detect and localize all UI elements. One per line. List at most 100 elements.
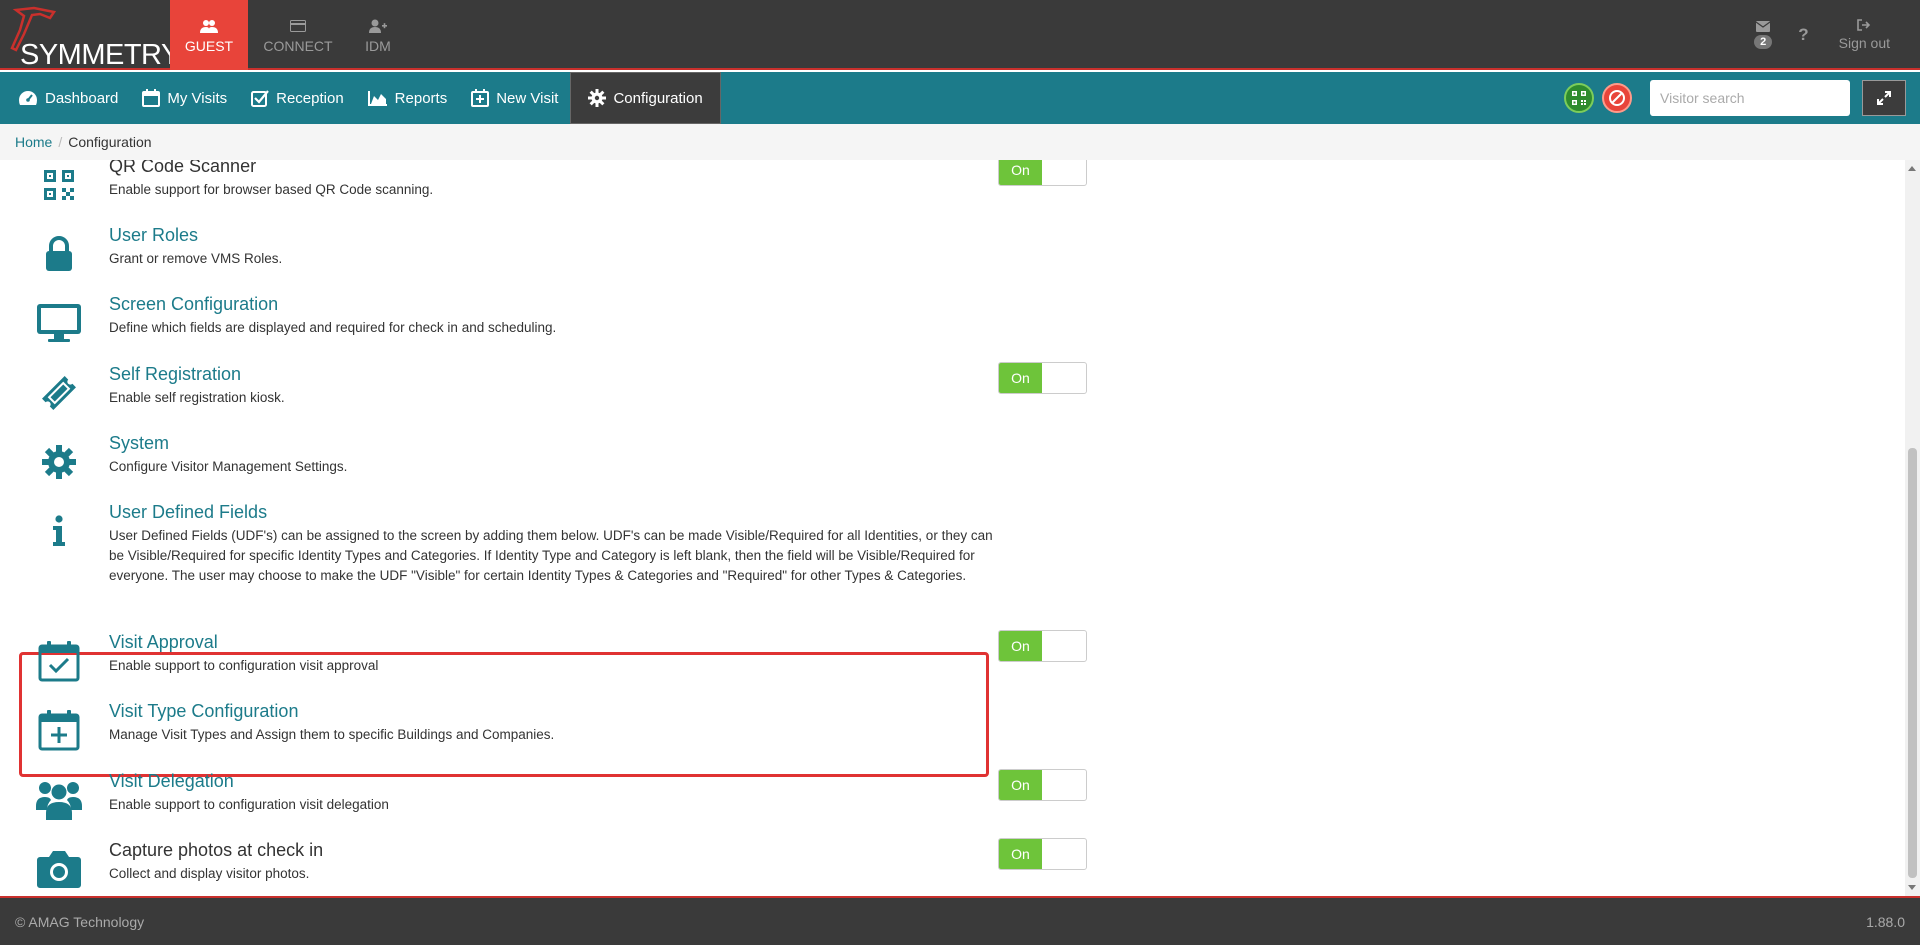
gear-icon	[34, 437, 84, 487]
sign-out-button[interactable]: Sign out	[1839, 19, 1890, 51]
help-icon: ?	[1798, 25, 1809, 44]
nav-label: Reports	[394, 89, 448, 107]
nav-dashboard[interactable]: Dashboard	[6, 72, 130, 124]
setting-title[interactable]: Visit Delegation	[109, 771, 234, 792]
setting-title[interactable]: Visit Type Configuration	[109, 701, 298, 722]
toggle-on-label: On	[999, 770, 1042, 800]
visit-delegation-toggle[interactable]: On	[998, 769, 1087, 801]
setting-description: Enable support to configuration visit ap…	[109, 658, 379, 673]
setting-self-registration: Self Registration Enable self registrati…	[20, 362, 1090, 433]
nav-new-visit[interactable]: New Visit	[459, 72, 570, 124]
nav-reception[interactable]: Reception	[239, 72, 356, 124]
setting-title[interactable]: User Defined Fields	[109, 502, 267, 523]
setting-visit-approval: Visit Approval Enable support to configu…	[20, 630, 1090, 701]
nav-label: Reception	[276, 89, 344, 107]
top-nav-connect[interactable]: CONNECT	[248, 0, 348, 70]
top-nav-idm[interactable]: IDM	[348, 0, 408, 70]
scrollbar-thumb[interactable]	[1908, 448, 1917, 878]
nav-configuration[interactable]: Configuration	[570, 72, 721, 124]
setting-description: Configure Visitor Management Settings.	[109, 459, 348, 474]
logo-text: SYMMETRYTM	[20, 39, 194, 71]
setting-description: Enable support to configuration visit de…	[109, 797, 389, 812]
area-chart-icon	[367, 91, 387, 106]
setting-user-roles: User Roles Grant or remove VMS Roles.	[20, 225, 1090, 294]
camera-icon	[34, 844, 84, 894]
setting-visit-delegation: Visit Delegation Enable support to confi…	[20, 769, 1090, 840]
monitor-icon	[34, 298, 84, 348]
calendar-plus-icon	[471, 89, 490, 107]
expand-icon	[1877, 91, 1891, 105]
content-scrollbar[interactable]	[1905, 160, 1920, 896]
top-bar: SYMMETRYTM GUEST CONNECT IDM 2 ?	[0, 0, 1920, 71]
nav-reports[interactable]: Reports	[356, 72, 460, 124]
messages-button[interactable]: 2	[1754, 21, 1773, 49]
setting-system: System Configure Visitor Management Sett…	[20, 433, 1090, 502]
calendar-plus-icon	[34, 705, 84, 755]
checkbox-icon	[251, 90, 269, 107]
nav-right-tools	[1564, 72, 1906, 124]
ticket-icon	[34, 368, 84, 418]
setting-description: Define which fields are displayed and re…	[109, 320, 557, 335]
calendar-icon	[142, 89, 161, 107]
nav-label: Configuration	[613, 89, 703, 107]
breadcrumb-home-link[interactable]: Home	[15, 134, 52, 150]
calendar-check-icon	[34, 636, 84, 686]
setting-visit-type-configuration: Visit Type Configuration Manage Visit Ty…	[20, 701, 1090, 770]
sign-out-label: Sign out	[1838, 35, 1890, 51]
setting-qr-code-scanner: QR Code Scanner Enable support for brows…	[20, 160, 1090, 225]
visitor-search-input[interactable]	[1660, 90, 1841, 106]
copyright-text: © AMAG Technology	[15, 913, 145, 930]
nav-label: Dashboard	[45, 89, 119, 107]
configuration-list: QR Code Scanner Enable support for brows…	[0, 160, 1905, 896]
toggle-on-label: On	[999, 363, 1042, 393]
visitor-search[interactable]	[1650, 80, 1850, 116]
lock-icon	[34, 229, 84, 279]
qr-code-scanner-toggle[interactable]: On	[998, 160, 1087, 186]
no-entry-icon	[1609, 90, 1625, 106]
envelope-icon	[1756, 21, 1771, 32]
setting-capture-photos: Capture photos at check in Collect and d…	[20, 838, 1090, 896]
qr-code-icon	[34, 160, 84, 210]
setting-title[interactable]: Self Registration	[109, 364, 241, 385]
setting-user-defined-fields: User Defined Fields User Defined Fields …	[20, 502, 1090, 622]
users-icon	[200, 17, 218, 35]
visit-approval-toggle[interactable]: On	[998, 630, 1087, 662]
nav-my-visits[interactable]: My Visits	[130, 72, 239, 124]
setting-description: Collect and display visitor photos.	[109, 866, 310, 881]
qr-code-icon	[1572, 91, 1586, 105]
qr-scan-button[interactable]	[1564, 83, 1594, 113]
fullscreen-button[interactable]	[1862, 80, 1906, 116]
card-icon	[290, 17, 306, 35]
dashboard-icon	[19, 91, 37, 105]
scroll-up-arrow[interactable]	[1908, 166, 1916, 171]
self-registration-toggle[interactable]: On	[998, 362, 1087, 394]
breadcrumb: Home / Configuration	[0, 124, 1920, 160]
version-text: 1.88.0	[1866, 913, 1905, 930]
main-nav-bar: Dashboard My Visits Reception Reports Ne…	[0, 72, 1920, 124]
scroll-down-arrow[interactable]	[1908, 885, 1916, 890]
setting-description: Grant or remove VMS Roles.	[109, 251, 283, 266]
user-add-icon	[369, 17, 387, 35]
setting-title[interactable]: Screen Configuration	[109, 294, 278, 315]
setting-title[interactable]: System	[109, 433, 169, 454]
setting-title[interactable]: QR Code Scanner	[109, 160, 256, 177]
help-button[interactable]: ?	[1798, 25, 1808, 45]
top-nav: GUEST CONNECT IDM	[170, 0, 408, 70]
setting-description: Enable support for browser based QR Code…	[109, 182, 434, 197]
message-count-badge: 2	[1754, 35, 1773, 49]
top-right-actions: 2 ? Sign out	[1754, 0, 1920, 70]
sign-out-icon	[1857, 19, 1871, 31]
setting-title[interactable]: Visit Approval	[109, 632, 218, 653]
users-icon	[34, 775, 84, 825]
toggle-on-label: On	[999, 160, 1042, 185]
toggle-on-label: On	[999, 631, 1042, 661]
nav-label: New Visit	[496, 89, 559, 107]
do-not-disturb-button[interactable]	[1602, 83, 1632, 113]
setting-title[interactable]: User Roles	[109, 225, 198, 246]
setting-description: Enable self registration kiosk.	[109, 390, 285, 405]
top-nav-guest[interactable]: GUEST	[170, 0, 248, 70]
toggle-on-label: On	[999, 839, 1042, 869]
setting-title[interactable]: Capture photos at check in	[109, 840, 323, 861]
capture-photos-toggle[interactable]: On	[998, 838, 1087, 870]
symmetry-logo[interactable]: SYMMETRYTM	[6, 6, 194, 71]
